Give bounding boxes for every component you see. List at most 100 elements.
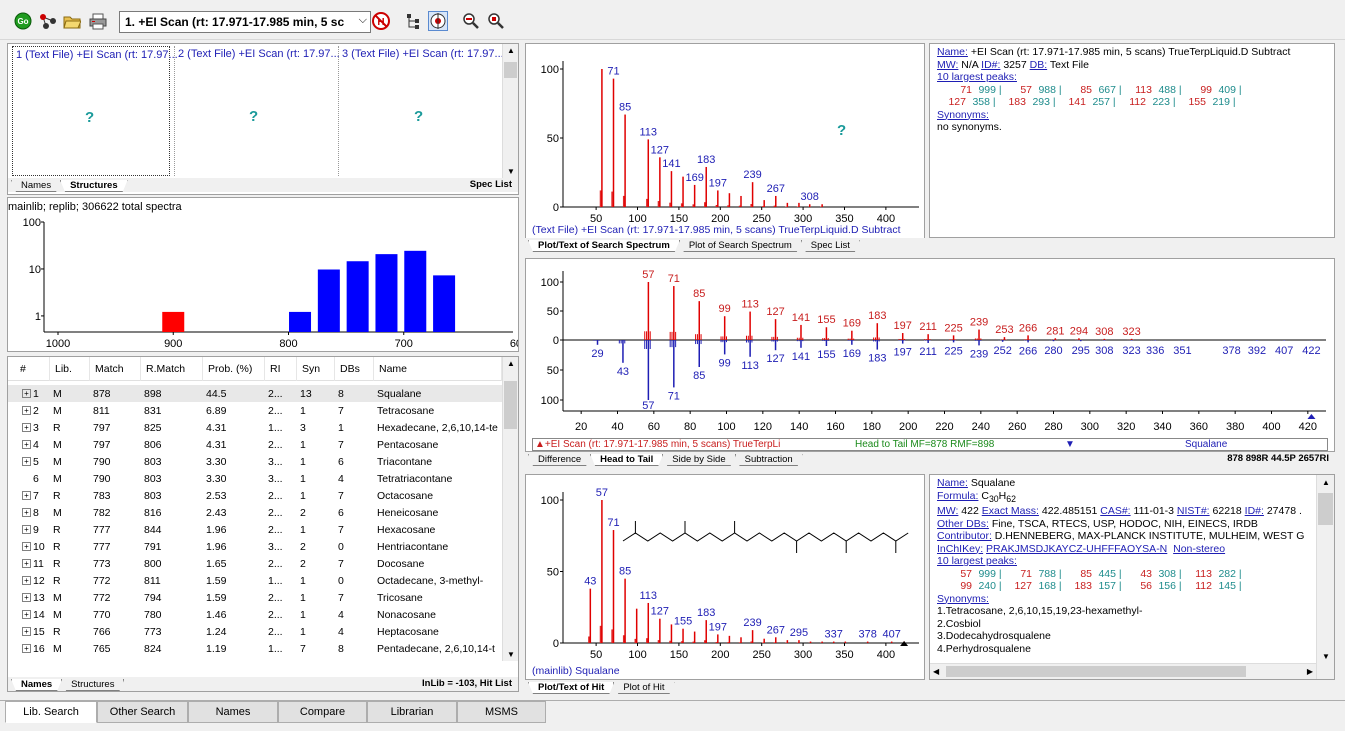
- tab-msms[interactable]: MSMS: [457, 701, 546, 723]
- table-row[interactable]: +12 R 772 811 1.59 1... 1 0 Octadecane, 3-methyl…: [8, 572, 502, 589]
- tab-names[interactable]: Names: [11, 180, 61, 192]
- cell-dbs: 4: [338, 608, 344, 621]
- tab-plot-text-search[interactable]: Plot/Text of Search Spectrum: [528, 240, 680, 252]
- expand-icon[interactable]: +: [22, 542, 31, 552]
- scroll-thumb[interactable]: [504, 381, 517, 429]
- expand-icon[interactable]: +: [22, 525, 31, 535]
- col-header-num[interactable]: #: [8, 357, 50, 381]
- tab-spec-list[interactable]: Spec List: [801, 240, 860, 252]
- scan-dropdown[interactable]: 1. +EI Scan (rt: 17.971-17.985 min, 5 sc…: [119, 11, 371, 33]
- scroll-thumb[interactable]: [504, 62, 517, 78]
- expand-icon[interactable]: +: [22, 508, 31, 518]
- tree-view-icon[interactable]: [404, 11, 424, 31]
- table-row[interactable]: 6 M 790 803 3.30 3... 1 4 Tetratriacontane: [8, 470, 502, 487]
- expand-icon[interactable]: +: [22, 627, 31, 637]
- col-header-prob[interactable]: Prob. (%): [203, 357, 265, 381]
- tab-head-to-tail[interactable]: Head to Tail: [590, 454, 663, 466]
- expand-icon[interactable]: +: [22, 389, 31, 399]
- tab-structures[interactable]: Structures: [60, 180, 128, 192]
- structure-icon[interactable]: [38, 11, 58, 31]
- expand-icon[interactable]: +: [22, 559, 31, 569]
- expand-icon[interactable]: +: [22, 576, 31, 586]
- scroll-thumb[interactable]: [946, 666, 1246, 677]
- structure-cell-1[interactable]: 1 (Text File) +EI Scan (rt: 17.97... ?: [12, 46, 178, 176]
- table-row[interactable]: +11 R 773 800 1.65 2... 2 7 Docosane: [8, 555, 502, 572]
- open-folder-icon[interactable]: [62, 11, 82, 31]
- library-peak-label: 323: [1122, 345, 1140, 357]
- tab-plot-search[interactable]: Plot of Search Spectrum: [679, 240, 802, 252]
- tab-side-by-side[interactable]: Side by Side: [662, 454, 735, 466]
- expand-icon[interactable]: +: [22, 440, 31, 450]
- library-peak-label: 378: [1222, 345, 1240, 357]
- scroll-right-icon[interactable]: ▶: [1307, 666, 1313, 679]
- hit-list-scrollbar[interactable]: ▲ ▼: [502, 357, 518, 661]
- expand-icon[interactable]: +: [22, 593, 31, 603]
- peak-mz: 57: [1020, 83, 1032, 96]
- tab-structures[interactable]: Structures: [61, 679, 124, 691]
- table-row[interactable]: +5 M 790 803 3.30 3... 1 6 Triacontane: [8, 453, 502, 470]
- col-header-dbs[interactable]: DBs: [335, 357, 374, 381]
- cell-syn: 1: [300, 625, 306, 638]
- scroll-left-icon[interactable]: ◀: [933, 666, 939, 679]
- tab-names[interactable]: Names: [11, 679, 62, 691]
- cell-lib: R: [53, 540, 61, 553]
- expand-icon[interactable]: +: [22, 644, 31, 654]
- hit-marker-icon[interactable]: H: [371, 11, 391, 31]
- tab-names[interactable]: Names: [188, 701, 278, 723]
- col-header-rmatch[interactable]: R.Match: [141, 357, 203, 381]
- tab-librarian[interactable]: Librarian: [367, 701, 457, 723]
- table-row[interactable]: +15 R 766 773 1.24 2... 1 4 Heptacosane: [8, 623, 502, 640]
- go-button[interactable]: Go: [13, 11, 33, 31]
- scroll-up-icon[interactable]: ▲: [507, 359, 515, 368]
- expand-icon[interactable]: +: [22, 457, 31, 467]
- col-header-syn[interactable]: Syn: [297, 357, 335, 381]
- col-header-lib[interactable]: Lib.: [50, 357, 90, 381]
- tab-subtraction[interactable]: Subtraction: [735, 454, 803, 466]
- table-row[interactable]: +14 M 770 780 1.46 2... 1 4 Nonacosane: [8, 606, 502, 623]
- scroll-down-icon[interactable]: ▼: [1322, 651, 1330, 664]
- table-row[interactable]: +10 R 777 791 1.96 3... 2 0 Hentriacontane: [8, 538, 502, 555]
- print-icon[interactable]: [88, 11, 108, 31]
- col-header-ri[interactable]: RI: [265, 357, 297, 381]
- hit-list-tabs: Names Structures InLib = -103, Hit List: [8, 677, 518, 691]
- table-row[interactable]: +7 R 783 803 2.53 2... 1 7 Octacosane: [8, 487, 502, 504]
- table-row[interactable]: +8 M 782 816 2.43 2... 2 6 Heneicosane: [8, 504, 502, 521]
- zoom-reset-icon[interactable]: [486, 11, 506, 31]
- scroll-up-icon[interactable]: ▲: [1322, 477, 1330, 490]
- tab-lib-search[interactable]: Lib. Search: [5, 701, 97, 723]
- scroll-down-icon[interactable]: ▼: [507, 167, 515, 176]
- inchikey-link[interactable]: PRAKJMSDJKAYCZ-UHFFFAOYSA-N: [986, 543, 1167, 555]
- table-row[interactable]: +3 R 797 825 4.31 1... 3 1 Hexadecane, 2,6,10,14…: [8, 419, 502, 436]
- col-header-name[interactable]: Name: [374, 357, 502, 381]
- structure-cell-3[interactable]: 3 (Text File) +EI Scan (rt: 17.97... ?: [338, 46, 504, 176]
- cell-prob: 3.30: [206, 472, 227, 485]
- structures-scrollbar[interactable]: ▲ ▼: [502, 44, 518, 178]
- table-row[interactable]: +1 M 878 898 44.5 2... 13 8 Squalane: [8, 385, 502, 402]
- tab-plot-hit[interactable]: Plot of Hit: [613, 682, 674, 694]
- table-row[interactable]: +16 M 765 824 1.19 1... 7 8 Pentadecane, 2,6,10,…: [8, 640, 502, 657]
- structure-cell-2[interactable]: 2 (Text File) +EI Scan (rt: 17.97... ?: [174, 46, 340, 176]
- scroll-thumb[interactable]: [1318, 493, 1333, 525]
- table-row[interactable]: +4 M 797 806 4.31 2... 1 7 Pentacosane: [8, 436, 502, 453]
- tab-other-search[interactable]: Other Search: [97, 701, 188, 723]
- scroll-up-icon[interactable]: ▲: [507, 46, 515, 55]
- zoom-in-icon[interactable]: [461, 11, 481, 31]
- table-row[interactable]: +2 M 811 831 6.89 2... 1 7 Tetracosane: [8, 402, 502, 419]
- expand-icon[interactable]: +: [22, 610, 31, 620]
- tab-compare[interactable]: Compare: [278, 701, 367, 723]
- expand-icon[interactable]: +: [22, 423, 31, 433]
- tab-plot-text-hit[interactable]: Plot/Text of Hit: [528, 682, 614, 694]
- hit-info-scrollbar[interactable]: ▲ ▼: [1316, 475, 1334, 679]
- expand-icon[interactable]: +: [22, 406, 31, 416]
- table-row[interactable]: +9 R 777 844 1.96 2... 1 7 Hexacosane: [8, 521, 502, 538]
- library-peak-label: 239: [970, 348, 988, 360]
- non-stereo-link[interactable]: Non-stereo: [1173, 543, 1225, 555]
- table-row[interactable]: +13 M 772 794 1.59 2... 1 7 Tricosane: [8, 589, 502, 606]
- tab-difference[interactable]: Difference: [528, 454, 591, 466]
- histogram-bar: [162, 311, 185, 332]
- target-compare-icon[interactable]: [428, 11, 448, 31]
- col-header-match[interactable]: Match: [90, 357, 141, 381]
- scroll-down-icon[interactable]: ▼: [507, 650, 515, 659]
- expand-icon[interactable]: +: [22, 491, 31, 501]
- hit-info-hscrollbar[interactable]: ◀ ▶: [930, 663, 1316, 679]
